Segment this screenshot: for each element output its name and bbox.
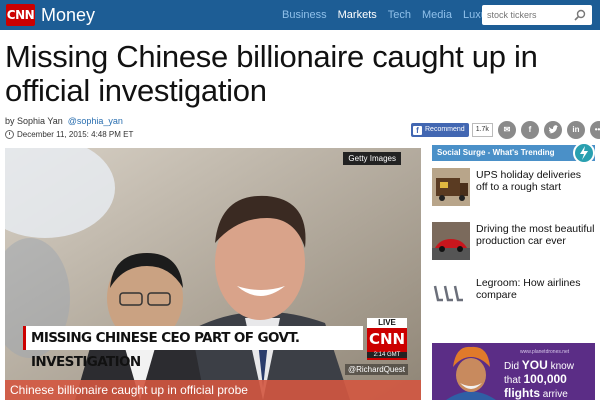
ups-truck-thumbnail — [432, 168, 470, 206]
search-icon[interactable] — [574, 9, 586, 21]
dateline: December 11, 2015: 4:48 PM ET — [5, 130, 133, 139]
red-car-thumbnail — [432, 222, 470, 260]
social-share-bar: f Recommend 1.7k ✉ f in ••• — [411, 121, 600, 139]
facebook-recommend-button[interactable]: f Recommend — [411, 123, 469, 137]
search-box — [482, 5, 592, 25]
trending-header: Social Surge - What's Trending — [432, 145, 595, 161]
more-icon[interactable]: ••• — [589, 121, 600, 139]
ad-man-illustration — [446, 346, 496, 400]
recommend-count: 1.7k — [471, 123, 493, 137]
trending-item[interactable]: Legroom: How airlines compare — [432, 276, 595, 316]
ad-text: Did YOU know that 100,000 flights arrive — [504, 358, 574, 400]
author-handle-link[interactable]: @sophia_yan — [68, 116, 123, 126]
photo-credit: Getty Images — [343, 152, 401, 165]
lightning-bolt-icon — [573, 142, 595, 164]
author-name: by Sophia Yan — [5, 116, 63, 126]
nav-link-business[interactable]: Business — [282, 0, 327, 30]
trending-item-title[interactable]: Driving the most beautiful production ca… — [476, 223, 595, 247]
cnn-logo[interactable]: CNN — [6, 4, 35, 26]
twitter-handle-overlay: @RichardQuest — [345, 364, 409, 375]
facebook-logo-icon: f — [413, 125, 422, 135]
live-time: 2:14 GMT — [367, 352, 407, 358]
clock-icon — [5, 130, 14, 139]
twitter-icon[interactable] — [543, 121, 562, 139]
publish-date: December 11, 2015: 4:48 PM ET — [17, 130, 134, 139]
cnn-network-logo: CNN — [368, 330, 406, 348]
trending-item-title[interactable]: Legroom: How airlines compare — [476, 277, 595, 301]
nav-link-tech[interactable]: Tech — [388, 0, 411, 30]
trending-item[interactable]: Driving the most beautiful production ca… — [432, 222, 595, 262]
nav-link-markets[interactable]: Markets — [338, 0, 377, 30]
hero-video-image[interactable]: Getty Images MISSING CHINESE CEO PART OF… — [5, 148, 421, 400]
trending-item[interactable]: UPS holiday deliveries off to a rough st… — [432, 168, 595, 208]
nav-links: Business Markets Tech Media Luxury — [282, 0, 496, 30]
media-caption[interactable]: Chinese billionaire caught up in officia… — [5, 380, 421, 400]
ad-url: www.planetdrones.net — [520, 349, 570, 355]
top-nav: CNN Money Business Markets Tech Media Lu… — [0, 0, 600, 30]
facebook-icon[interactable]: f — [520, 121, 539, 139]
brand-money[interactable]: Money — [41, 4, 95, 26]
email-icon[interactable]: ✉ — [497, 121, 516, 139]
byline: by Sophia Yan @sophia_yan — [5, 116, 123, 126]
trending-item-title[interactable]: UPS holiday deliveries off to a rough st… — [476, 169, 595, 193]
advertisement[interactable]: www.planetdrones.net Did YOU know that 1… — [432, 343, 595, 400]
linkedin-icon[interactable]: in — [566, 121, 585, 139]
article-headline: Missing Chinese billionaire caught up in… — [5, 39, 538, 108]
tv-chyron: MISSING CHINESE CEO PART OF GOVT. INVEST… — [23, 326, 363, 370]
live-label: LIVE — [367, 318, 407, 328]
search-input[interactable] — [482, 5, 570, 25]
nav-link-media[interactable]: Media — [422, 0, 452, 30]
airline-seats-thumbnail — [432, 276, 470, 314]
recommend-label: Recommend — [425, 126, 465, 133]
